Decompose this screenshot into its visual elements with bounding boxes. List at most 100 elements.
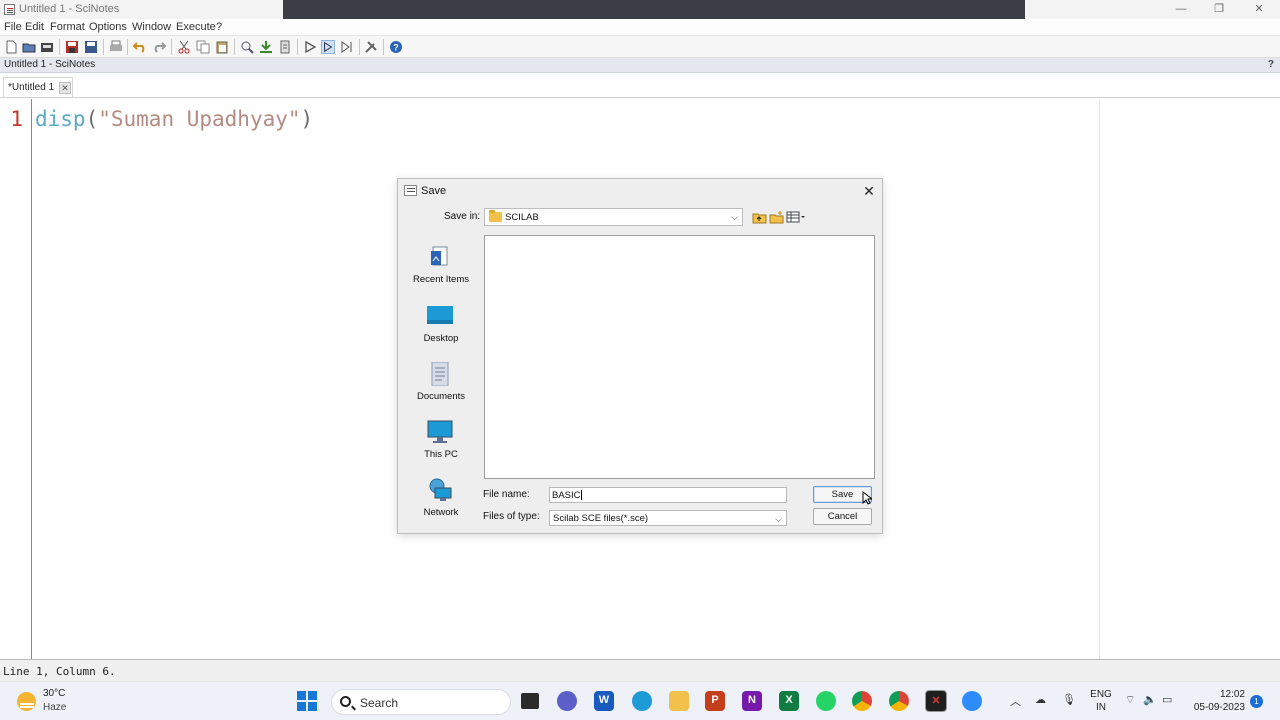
menu-file[interactable]: File — [4, 21, 22, 33]
dialog-close-button[interactable]: ✕ — [860, 182, 878, 200]
input-language[interactable]: ENG IN — [1090, 688, 1112, 714]
save-as-icon[interactable] — [84, 40, 98, 54]
onedrive-cloud-icon[interactable]: ☁ — [1035, 693, 1046, 706]
paste-icon[interactable] — [215, 40, 229, 54]
help-icon[interactable]: ? — [389, 40, 403, 54]
toolbar-separator — [59, 39, 60, 55]
run-until-icon[interactable] — [340, 40, 354, 54]
menu-help[interactable]: ? — [216, 21, 222, 33]
execute-file-icon[interactable] — [278, 40, 292, 54]
file-explorer-icon[interactable] — [669, 691, 689, 711]
edge-browser-icon[interactable] — [632, 691, 652, 711]
run-with-echo-icon[interactable] — [321, 40, 335, 54]
file-type-select[interactable]: Scilab SCE files(*.sce) ⌵ — [549, 510, 787, 526]
zoom-icon[interactable] — [962, 691, 982, 711]
place-desktop[interactable]: Desktop — [407, 304, 475, 354]
recent-items-icon — [431, 246, 448, 266]
toolbar-separator — [359, 39, 360, 55]
clock-date: 05-09-2023 — [1193, 702, 1245, 713]
menu-format[interactable]: Format — [50, 21, 85, 33]
panel-help-button[interactable]: ? — [1268, 59, 1274, 70]
chevron-down-icon: ⌵ — [731, 212, 738, 222]
dark-title-strip — [283, 0, 1025, 19]
whatsapp-icon[interactable] — [816, 691, 836, 711]
language-region: IN — [1096, 702, 1106, 713]
place-network[interactable]: Network — [407, 478, 475, 528]
excel-icon[interactable]: X — [779, 691, 799, 711]
chrome-profile-icon[interactable] — [889, 691, 909, 711]
chrome-icon[interactable] — [852, 691, 872, 711]
new-file-icon[interactable] — [4, 40, 18, 54]
close-window-button[interactable]: ✕ — [1240, 0, 1278, 19]
save-in-combo[interactable]: SCILAB ⌵ — [484, 208, 743, 226]
microphone-icon[interactable]: 🎙 — [1062, 693, 1076, 706]
battery-icon[interactable]: ▭ — [1162, 693, 1172, 706]
task-view-icon[interactable] — [521, 693, 539, 709]
preferences-icon[interactable] — [364, 40, 378, 54]
place-documents[interactable]: Documents — [407, 362, 475, 412]
powerpoint-icon[interactable]: P — [705, 691, 725, 711]
taskbar-search[interactable]: Search — [331, 689, 511, 715]
dialog-title: Save — [421, 185, 447, 197]
view-menu-icon[interactable] — [786, 210, 806, 224]
window-title: Untitled 1 - SciNotes — [19, 3, 120, 15]
scilab-icon[interactable]: ✕ — [925, 690, 947, 712]
line-number: 1 — [10, 107, 23, 131]
weather-condition[interactable]: Haze — [43, 702, 66, 713]
weather-haze-icon[interactable] — [17, 692, 36, 711]
create-new-folder-icon[interactable] — [769, 210, 784, 224]
redo-icon[interactable] — [152, 40, 166, 54]
onenote-icon[interactable]: N — [742, 691, 762, 711]
run-icon[interactable] — [303, 40, 317, 54]
menu-bar: File Edit Format Options Window Execute … — [0, 19, 1280, 36]
place-recent-items[interactable]: Recent Items — [407, 245, 475, 295]
weather-temperature[interactable]: 30°C — [43, 688, 65, 699]
word-icon[interactable]: W — [594, 691, 614, 711]
toolbar: ? — [0, 36, 1280, 58]
undo-icon[interactable] — [133, 40, 147, 54]
copy-icon[interactable] — [196, 40, 210, 54]
load-into-scilab-icon[interactable] — [259, 40, 273, 54]
show-hidden-icons-chevron-icon[interactable]: ︿ — [1010, 693, 1021, 709]
tab-label: *Untitled 1 — [8, 82, 55, 93]
menu-window[interactable]: Window — [132, 21, 171, 33]
place-this-pc[interactable]: This PC — [407, 420, 475, 470]
cancel-button[interactable]: Cancel — [813, 508, 872, 525]
file-name-input[interactable]: BASIC — [549, 487, 787, 503]
documents-icon — [431, 362, 449, 386]
cut-icon[interactable] — [177, 40, 191, 54]
tab-untitled-1[interactable]: *Untitled 1 ✕ — [3, 77, 73, 97]
status-bar: Line 1, Column 6. — [0, 659, 1280, 681]
folder-icon — [489, 210, 502, 222]
minimize-button[interactable]: — — [1162, 0, 1200, 19]
print-icon[interactable] — [109, 40, 123, 54]
edge-line-marker — [1099, 99, 1100, 659]
code-line[interactable]: disp("Suman Upadhyay") — [35, 107, 313, 131]
menu-options[interactable]: Options — [89, 21, 127, 33]
up-one-level-icon[interactable] — [752, 210, 767, 224]
save-icon[interactable] — [65, 40, 79, 54]
file-list[interactable] — [484, 235, 875, 479]
place-label: Recent Items — [413, 274, 469, 285]
find-replace-icon[interactable] — [240, 40, 254, 54]
system-clock[interactable]: 12:02 05-09-2023 — [1187, 688, 1245, 714]
taskbar: 30°C Haze Search W P N X ✕ ︿ ☁ 🎙 ENG IN … — [0, 681, 1280, 720]
wifi-icon[interactable]: ⌔ — [1125, 693, 1135, 707]
menu-execute[interactable]: Execute — [176, 21, 216, 33]
scinotes-app-icon — [4, 4, 15, 15]
svg-text:?: ? — [393, 43, 399, 53]
open-file-icon[interactable] — [22, 40, 36, 54]
maximize-button[interactable]: ❐ — [1200, 0, 1238, 19]
notification-badge[interactable]: 1 — [1250, 695, 1263, 708]
teams-chat-icon[interactable] — [557, 691, 577, 711]
code-function: disp — [35, 107, 86, 131]
dialog-icon — [404, 185, 417, 196]
line-number-gutter: 1 — [0, 99, 32, 659]
toolbar-separator — [103, 39, 104, 55]
open-recent-icon[interactable] — [40, 40, 54, 54]
tab-close-icon[interactable]: ✕ — [59, 82, 71, 94]
menu-edit[interactable]: Edit — [25, 21, 44, 33]
windows-start-icon[interactable] — [297, 691, 317, 711]
toolbar-separator — [297, 39, 298, 55]
volume-icon[interactable]: 🔈 — [1143, 693, 1157, 706]
